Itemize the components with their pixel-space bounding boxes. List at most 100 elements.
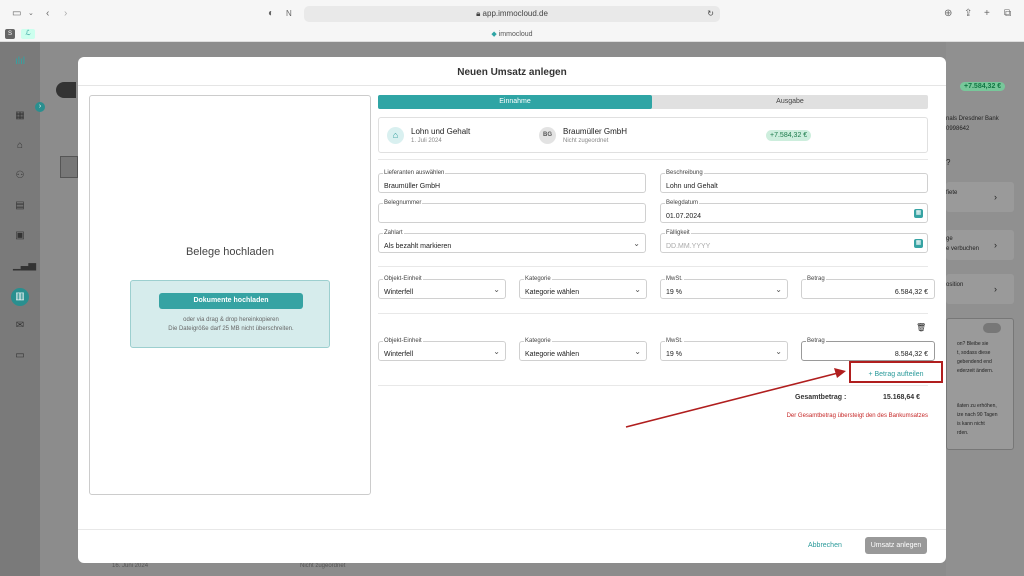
field-label: Fälligkeit: [665, 229, 691, 237]
field-value: Winterfell: [384, 289, 414, 296]
payment-method-select[interactable]: Zahlart Als bezahlt markieren ⌄: [378, 229, 646, 253]
tab-income[interactable]: Einnahme: [378, 95, 652, 109]
reload-icon[interactable]: ↻: [707, 6, 714, 22]
url-text: app.immocloud.de: [482, 9, 548, 18]
field-label: Kategorie: [524, 337, 552, 345]
category-select[interactable]: Kategorie Kategorie wählen ⌄: [519, 337, 647, 361]
counterparty-name: Braumüller GmbH: [563, 127, 628, 136]
divider: [78, 85, 946, 86]
tab-expense[interactable]: Ausgabe: [652, 95, 928, 109]
new-tab-icon[interactable]: +: [984, 8, 990, 20]
bg-card-2[interactable]: ge e verbuchen ›: [946, 230, 1014, 260]
transaction-title: Lohn und Gehalt: [411, 127, 471, 136]
bg-row-status: Nicht zugeordnet: [300, 563, 346, 569]
back-icon[interactable]: ‹: [46, 8, 49, 20]
save-transaction-button[interactable]: Umsatz anlegen: [865, 537, 927, 554]
type-toggle[interactable]: Einnahme Ausgabe: [378, 95, 928, 109]
chevron-down-icon: ⌄: [634, 285, 641, 294]
calendar-icon[interactable]: ▦: [914, 239, 923, 248]
chart-icon[interactable]: ▁▃▅: [13, 260, 36, 272]
field-label: Belegdatum: [665, 199, 700, 207]
bg-card-1-label: fiete: [946, 190, 958, 196]
field-label: Objekt-Einheit: [383, 337, 423, 345]
field-value: Kategorie wählen: [525, 351, 580, 358]
mail-icon[interactable]: ✉: [13, 320, 27, 332]
transaction-date: 1. Juli 2024: [411, 138, 442, 144]
forward-icon[interactable]: ›: [64, 8, 67, 20]
logo-icon: ılıl: [15, 56, 25, 67]
field-label: Objekt-Einheit: [383, 275, 423, 283]
field-label: MwSt.: [665, 337, 684, 345]
bg-card-1[interactable]: fiete ›: [946, 182, 1014, 212]
vat-select[interactable]: MwSt. 19 % ⌄: [660, 337, 788, 361]
supplier-select[interactable]: Lieferanten auswählen Braumüller GmbH: [378, 169, 646, 193]
field-value: Kategorie wählen: [525, 289, 580, 296]
notion-extension-icon[interactable]: N: [286, 8, 292, 20]
bg-info-line: is kann nicht: [957, 421, 985, 427]
vat-select[interactable]: MwSt. 19 % ⌄: [660, 275, 788, 299]
upload-documents-button[interactable]: Dokumente hochladen: [159, 293, 303, 309]
tab-overview-icon[interactable]: ⧉: [1004, 8, 1011, 20]
upload-title: Belege hochladen: [185, 246, 275, 258]
sidebar-toggle-icon[interactable]: ▭: [12, 8, 21, 20]
bg-card-3-label: osition: [946, 282, 964, 288]
field-value: 6.584,32 €: [894, 289, 928, 296]
transaction-summary-card: ⌂ Lohn und Gehalt 1. Juli 2024 BG Braumü…: [378, 117, 928, 153]
browser-toolbar: ▭ ⌄ ‹ › ◐ N 🔒︎ app.immocloud.de ↻ ⊕ ⇪ + …: [0, 0, 1024, 42]
bg-info-line: ize nach 90 Tagen: [957, 412, 998, 418]
field-label: Betrag: [806, 275, 826, 283]
bg-checkbox-row: [60, 156, 78, 178]
divider: [378, 385, 928, 386]
receipt-number-field[interactable]: Belegnummer: [378, 199, 646, 223]
privacy-shield-icon[interactable]: ◐: [268, 8, 274, 20]
people-icon[interactable]: ⚇: [13, 170, 27, 182]
unit-select[interactable]: Objekt-Einheit Winterfell ⌄: [378, 337, 506, 361]
bg-info-line: on? Bleibe sie: [957, 341, 989, 347]
chevron-down-icon: ⌄: [493, 285, 500, 294]
active-tab[interactable]: ◆ immocloud: [0, 27, 1024, 42]
dashboard-icon[interactable]: ▦: [13, 110, 27, 122]
transaction-amount-badge: +7.584,32 €: [766, 130, 812, 141]
receipt-upload-panel[interactable]: Belege hochladen Dokumente hochladen ode…: [89, 95, 371, 495]
dialog-title: Neuen Umsatz anlegen: [457, 67, 567, 78]
divider: [78, 529, 946, 530]
bg-amount-badge: +7.584,32 €: [960, 82, 1006, 91]
expand-sidebar-icon[interactable]: ›: [35, 102, 45, 112]
building-icon[interactable]: ▤: [13, 200, 27, 212]
field-label: Zahlart: [383, 229, 404, 237]
script-bookmark-icon[interactable]: ℒ: [21, 29, 35, 39]
trash-icon[interactable]: 🗑︎: [916, 323, 926, 332]
dropzone[interactable]: Dokumente hochladen oder via drag & drop…: [130, 280, 330, 348]
bg-info-line: ilaten zu erhöhen,: [957, 403, 997, 409]
unit-select[interactable]: Objekt-Einheit Winterfell ⌄: [378, 275, 506, 299]
bg-toggle[interactable]: [983, 323, 1001, 333]
download-icon[interactable]: ⊕: [944, 8, 952, 20]
total-label: Gesamtbetrag :: [795, 394, 847, 401]
receipt-date-field[interactable]: Belegdatum 01.07.2024 ▦: [660, 199, 928, 223]
home-icon[interactable]: ⌂: [13, 140, 27, 152]
chevron-down-icon: ⌄: [775, 285, 782, 294]
share-icon[interactable]: ⇪: [964, 8, 972, 20]
field-value: 8.584,32 €: [894, 351, 928, 358]
document-icon[interactable]: ▣: [13, 230, 27, 242]
bank-icon[interactable]: ▥: [11, 288, 29, 306]
bg-card-3[interactable]: osition ›: [946, 274, 1014, 304]
due-date-field[interactable]: Fälligkeit DD.MM.YYYY ▦: [660, 229, 928, 253]
chevron-down-icon[interactable]: ⌄: [28, 8, 34, 20]
bg-account: 0998642: [946, 126, 970, 132]
box-icon[interactable]: ▭: [13, 350, 27, 362]
description-field[interactable]: Beschreibung Lohn und Gehalt: [660, 169, 928, 193]
bg-pill: [56, 82, 76, 98]
cancel-button[interactable]: Abbrechen: [808, 539, 842, 553]
calendar-icon[interactable]: ▦: [914, 209, 923, 218]
category-select[interactable]: Kategorie Kategorie wählen ⌄: [519, 275, 647, 299]
amount-field[interactable]: Betrag 6.584,32 €: [801, 275, 935, 299]
bookmark-icon[interactable]: S: [5, 29, 15, 39]
app-sidebar: ılıl ▦ ⌂ ⚇ ▤ ▣ ▁▃▅ ▥ ✉ ▭: [0, 42, 40, 576]
bg-info-line: t, sodass diese: [957, 350, 991, 356]
amount-field[interactable]: Betrag 8.584,32 €: [801, 337, 935, 361]
field-value: 19 %: [666, 351, 682, 358]
bg-info-line: rden.: [957, 430, 969, 436]
address-bar[interactable]: 🔒︎ app.immocloud.de ↻: [304, 6, 720, 22]
field-value: Winterfell: [384, 351, 414, 358]
